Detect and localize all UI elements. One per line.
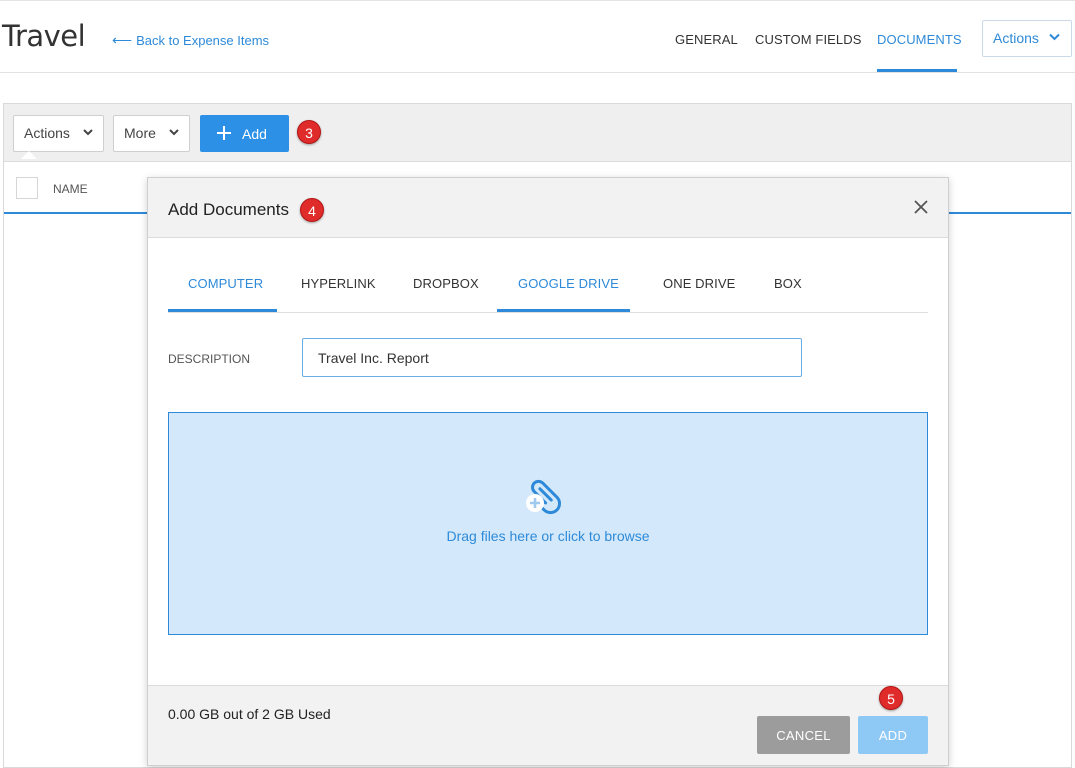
active-tab-indicator (877, 69, 957, 72)
add-button[interactable]: ADD (858, 716, 928, 754)
step-badge-5: 5 (879, 686, 903, 710)
chevron-down-icon (1049, 32, 1060, 44)
back-link-label: Back to Expense Items (136, 33, 270, 48)
toolbar-actions-label: Actions (24, 125, 70, 141)
add-document-button[interactable]: Add (200, 115, 289, 152)
back-link[interactable]: ⟵ Back to Expense Items (112, 32, 269, 49)
dropzone-text: Drag files here or click to browse (446, 528, 650, 544)
header-actions-label: Actions (993, 30, 1039, 46)
page-header: Travel ⟵ Back to Expense Items GENERAL CU… (0, 0, 1075, 73)
step-badge-4: 4 (300, 198, 324, 222)
arrow-left-icon: ⟵ (112, 32, 133, 48)
source-tab-google-drive[interactable]: GOOGLE DRIVE (518, 276, 619, 291)
header-actions-dropdown[interactable]: Actions (982, 20, 1072, 57)
source-tab-computer[interactable]: COMPUTER (188, 276, 263, 291)
toolbar-more-label: More (124, 125, 156, 141)
add-documents-modal: Add Documents 4 COMPUTER HYPERLINK DROPB… (147, 177, 949, 766)
select-all-checkbox[interactable] (16, 177, 38, 199)
tab-documents[interactable]: DOCUMENTS (877, 32, 962, 47)
description-label: DESCRIPTION (168, 352, 251, 366)
column-header-name[interactable]: NAME (53, 182, 88, 196)
modal-footer: 0.00 GB out of 2 GB Used 5 CANCEL ADD (148, 685, 948, 765)
modal-header: Add Documents 4 (148, 178, 948, 238)
toolbar-actions-dropdown[interactable]: Actions (13, 115, 104, 152)
dropdown-caret (21, 151, 37, 159)
page-title: Travel (2, 19, 86, 53)
file-dropzone[interactable]: Drag files here or click to browse (168, 412, 928, 635)
plus-icon (217, 120, 231, 146)
source-tab-hyperlink[interactable]: HYPERLINK (301, 276, 376, 291)
modal-title: Add Documents (168, 200, 289, 219)
tab-custom-fields[interactable]: CUSTOM FIELDS (755, 32, 862, 47)
description-input[interactable] (302, 338, 802, 377)
cancel-button[interactable]: CANCEL (757, 716, 850, 754)
chevron-down-icon (83, 128, 93, 139)
tab-general[interactable]: GENERAL (675, 32, 738, 47)
source-tab-box[interactable]: BOX (774, 276, 802, 291)
paperclip-plus-icon (523, 473, 567, 517)
close-icon[interactable] (914, 198, 928, 218)
step-badge-3: 3 (297, 120, 321, 144)
storage-usage-text: 0.00 GB out of 2 GB Used (168, 706, 331, 722)
chevron-down-icon (169, 128, 179, 139)
source-tab-one-drive[interactable]: ONE DRIVE (663, 276, 735, 291)
documents-toolbar: Actions More Add 3 (4, 104, 1071, 162)
source-tab-dropbox[interactable]: DROPBOX (413, 276, 479, 291)
add-document-label: Add (242, 126, 267, 142)
tabs-divider (168, 312, 928, 313)
toolbar-more-dropdown[interactable]: More (113, 115, 190, 152)
